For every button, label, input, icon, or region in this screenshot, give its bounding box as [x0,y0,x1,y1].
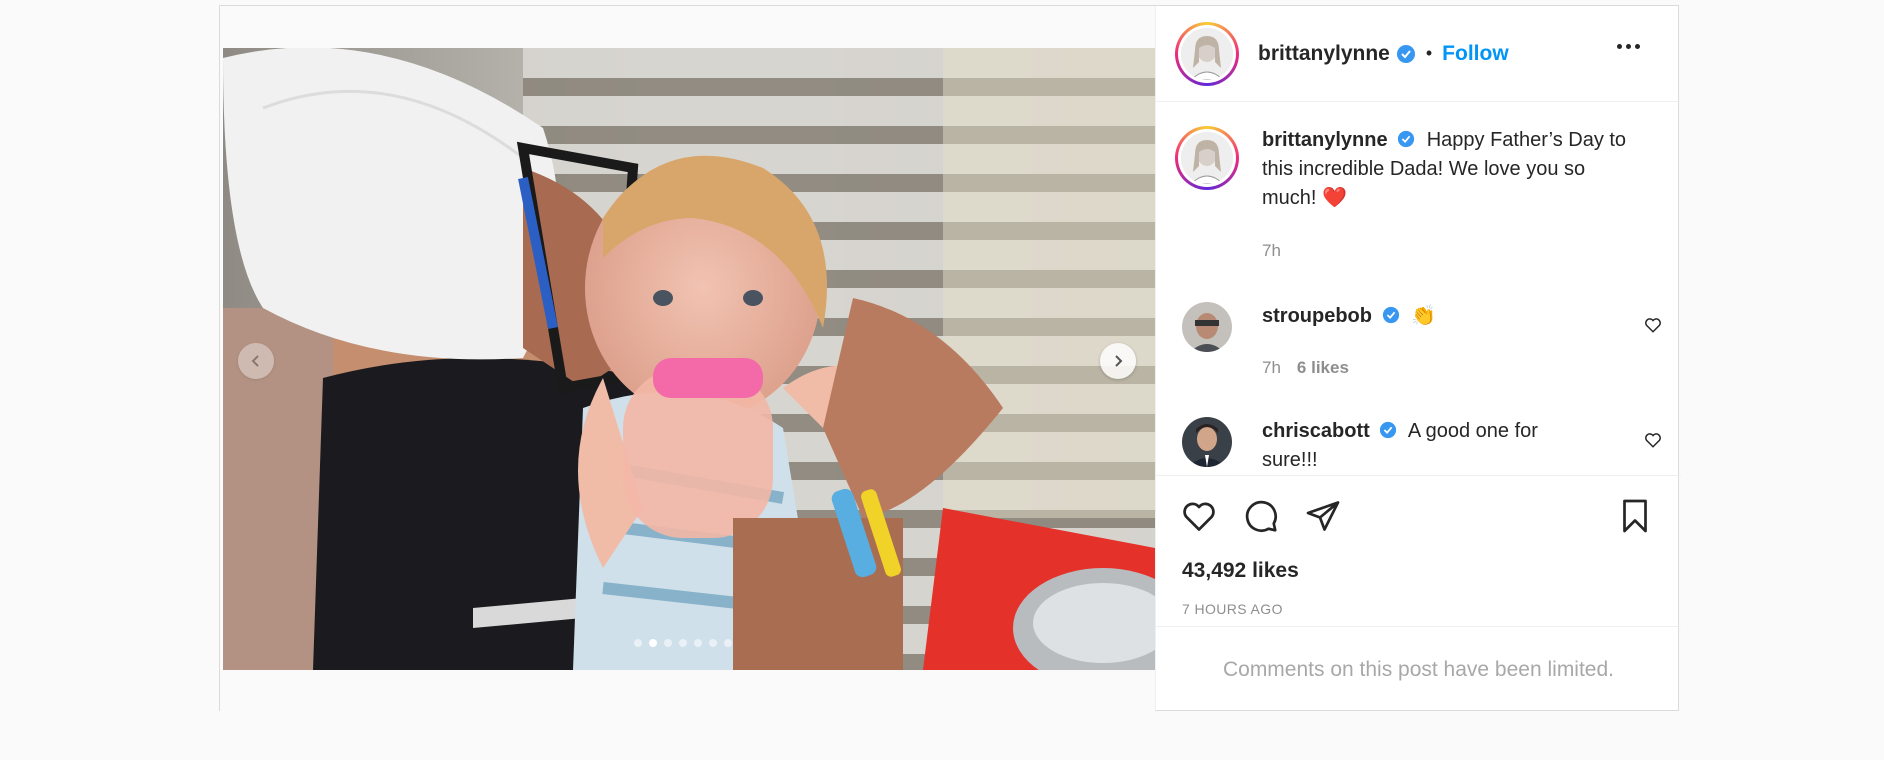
likes-count[interactable]: 43,492 likes [1182,559,1299,583]
post-photo[interactable] [223,48,1155,670]
avatar-border [1178,129,1236,187]
comments-limited-notice: Comments on this post have been limited. [1156,626,1681,712]
carousel-next-button[interactable] [1100,343,1136,379]
caption-time[interactable]: 7h [1262,241,1281,261]
post-dialog: brittanylynne • Follow brittanylynne Hap… [219,5,1681,712]
post-header: brittanylynne • Follow [1156,6,1680,102]
carousel-dot [694,639,702,647]
comment-text-block: chriscabott A good one for sure!!! [1262,417,1582,475]
avatar-border [1178,24,1236,83]
comment-icon[interactable] [1242,498,1280,534]
post-side-panel: brittanylynne • Follow brittanylynne Hap… [1155,6,1681,712]
caption-text-block: brittanylynne Happy Father’s Day to this… [1262,126,1642,213]
carousel-dot [664,639,672,647]
post-media [220,6,1155,712]
carousel-dot [724,639,732,647]
carousel-dot [709,639,717,647]
chevron-left-icon [251,355,259,367]
share-icon[interactable] [1304,498,1342,534]
avatar[interactable] [1175,21,1239,86]
follow-button[interactable]: Follow [1442,42,1509,66]
comment-username[interactable]: chriscabott [1262,420,1370,442]
action-bar [1156,475,1681,551]
carousel-dot [679,639,687,647]
avatar-image [1181,132,1233,184]
comment-like-heart-icon[interactable] [1644,316,1662,334]
avatar-image [1181,27,1233,80]
comment-likes[interactable]: 6 likes [1297,358,1349,377]
carousel-indicator [634,639,732,647]
verified-badge-icon [1396,44,1415,63]
post-timestamp[interactable]: 7 HOURS AGO [1182,601,1283,617]
verified-badge-icon [1398,131,1415,148]
bookmark-icon[interactable] [1616,498,1654,534]
comment-row: stroupebob 👏 [1182,302,1662,352]
comment-username[interactable]: stroupebob [1262,305,1372,327]
comment-like-heart-icon[interactable] [1644,431,1662,449]
carousel-dot-active [649,639,657,647]
caption-username[interactable]: brittanylynne [1262,129,1388,151]
carousel-prev-button[interactable] [238,343,274,379]
comment-time[interactable]: 7h [1262,358,1281,377]
comment-row: chriscabott A good one for sure!!! [1182,417,1662,475]
caption-row: brittanylynne Happy Father’s Day to this… [1175,126,1642,213]
comment-text: 👏 [1411,305,1437,327]
more-options-icon[interactable] [1617,44,1640,49]
carousel-dot [634,639,642,647]
avatar[interactable] [1175,126,1239,190]
avatar[interactable] [1182,417,1232,467]
header-username[interactable]: brittanylynne [1258,42,1390,66]
heart-icon[interactable] [1180,498,1218,534]
comments-list[interactable]: brittanylynne Happy Father’s Day to this… [1156,103,1681,475]
chevron-right-icon [1115,355,1123,367]
verified-badge-icon [1382,307,1399,324]
comment-text-block: stroupebob 👏 [1262,302,1582,352]
header-separator: • [1425,43,1433,63]
verified-badge-icon [1380,422,1397,439]
comment-meta: 7h 6 likes [1262,358,1349,378]
avatar[interactable] [1182,302,1232,352]
